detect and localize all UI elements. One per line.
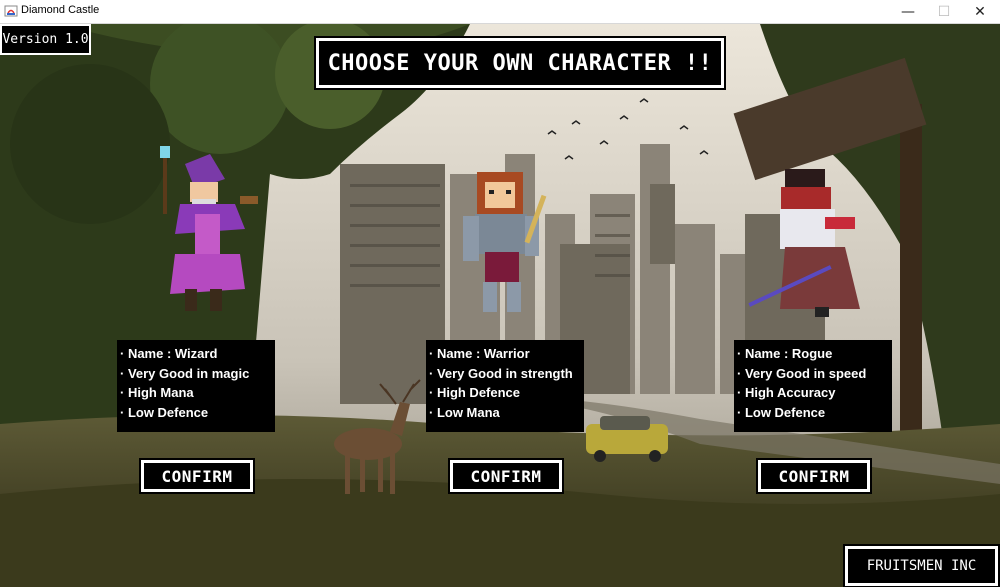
confirm-wizard-button[interactable]: CONFIRM [139, 458, 255, 494]
company-label: FRUITSMEN INC [843, 544, 1000, 587]
wizard-info-panel: · Name : Wizard · Very Good in magic · H… [117, 340, 275, 432]
maximize-button[interactable]: ☐ [926, 0, 962, 23]
rogue-sprite [748, 169, 860, 317]
character-stat-line: · High Defence [429, 385, 521, 400]
character-stat-line: · Name : Rogue [737, 346, 833, 361]
version-label: Version 1.0 [0, 24, 91, 55]
rogue-info-panel: · Name : Rogue · Very Good in speed · Hi… [734, 340, 892, 432]
wizard-sprite [160, 146, 258, 311]
confirm-rogue-button[interactable]: CONFIRM [756, 458, 872, 494]
window-title: Diamond Castle [21, 4, 100, 16]
character-stat-line: · Very Good in speed [737, 365, 867, 381]
character-stat-line: · Low Defence [737, 404, 826, 420]
character-stat-line: · High Mana [120, 385, 194, 400]
warrior-sprite [463, 172, 547, 312]
minimize-button[interactable]: — [890, 0, 926, 23]
choose-character-heading: CHOOSE YOUR OWN CHARACTER !! [314, 36, 726, 90]
warrior-info-panel: · Name : Warrior · Very Good in strength… [426, 340, 584, 432]
character-stat-line: · High Accuracy [737, 385, 836, 400]
character-stat-line: · Very Good in magic [120, 365, 250, 381]
character-stat-line: · Name : Warrior [429, 346, 530, 361]
character-stat-line: · Low Defence [120, 404, 209, 420]
character-stat-line: · Very Good in strength [429, 365, 573, 381]
character-stat-line: · Low Mana [429, 404, 500, 420]
confirm-warrior-button[interactable]: CONFIRM [448, 458, 564, 494]
character-select-scene: Version 1.0 CHOOSE YOUR OWN CHARACTER !! [0, 24, 1000, 587]
character-stat-line: · Name : Wizard [120, 346, 218, 361]
window-titlebar: Diamond Castle — ☐ ✕ [0, 0, 1000, 24]
java-app-icon [4, 5, 18, 17]
close-button[interactable]: ✕ [962, 0, 998, 23]
